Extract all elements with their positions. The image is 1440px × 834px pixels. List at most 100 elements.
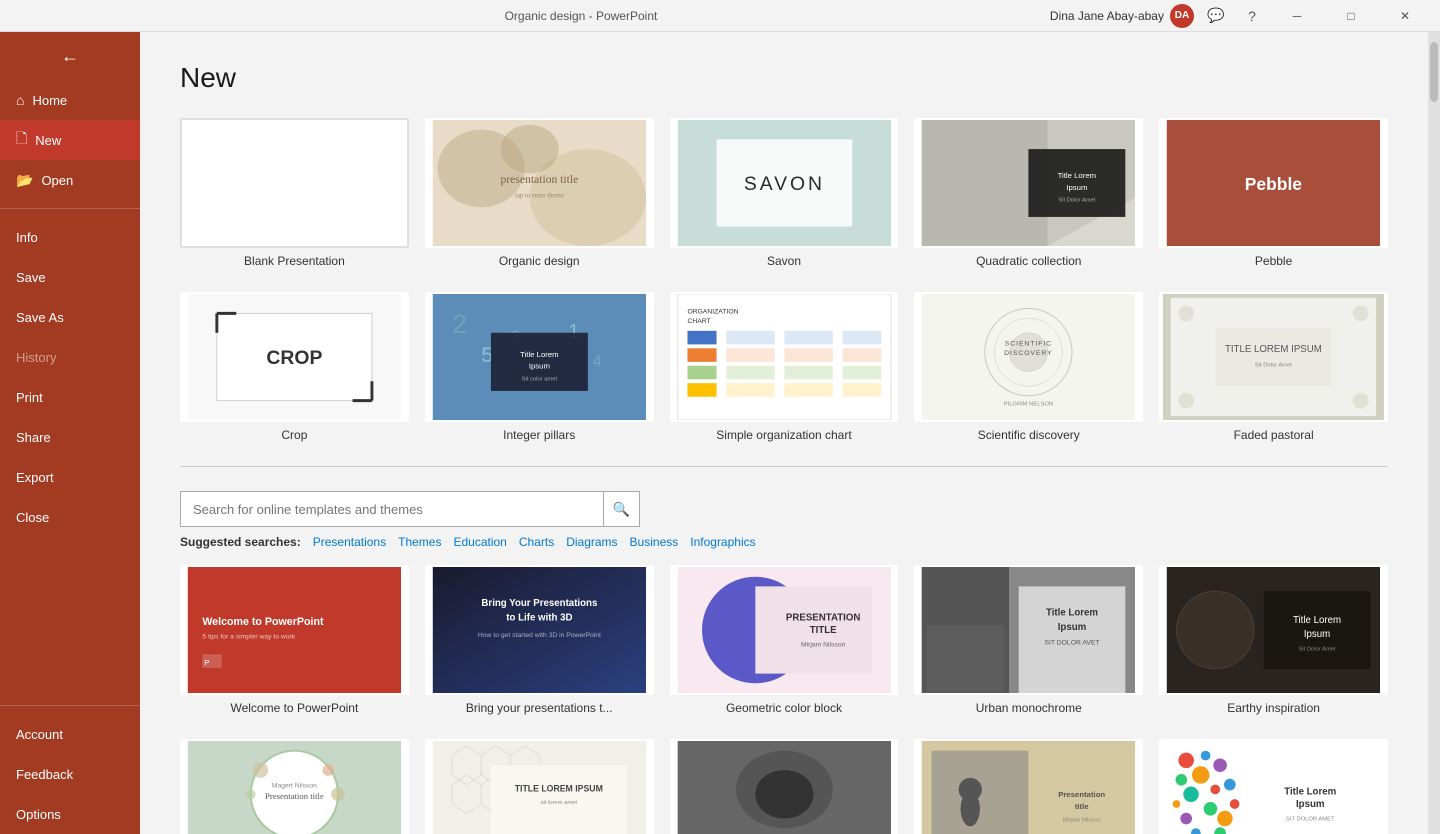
svg-text:Sit Dolor Amet: Sit Dolor Amet: [1255, 363, 1292, 369]
back-button[interactable]: ←: [0, 32, 140, 80]
sidebar-item-close[interactable]: Close: [0, 497, 140, 537]
svg-text:Ipsum: Ipsum: [1296, 799, 1325, 810]
svg-text:CROP: CROP: [266, 347, 322, 369]
svg-text:ORGANIZATION: ORGANIZATION: [687, 308, 738, 315]
template-savon[interactable]: SAVON Savon: [670, 118, 899, 268]
maximize-button[interactable]: □: [1328, 0, 1374, 32]
template-integer[interactable]: 2 5 3 7 1 4 Title Lorem Ipsum Sit color …: [425, 292, 654, 442]
template-urban[interactable]: Title Lorem Ipsum SIT DOLOR AVET Urban m…: [914, 565, 1143, 715]
sidebar-item-save-as[interactable]: Save As: [0, 297, 140, 337]
templates-row2: CROP Crop 2 5 3 7 1 4: [180, 292, 1388, 442]
back-arrow-icon: ←: [61, 46, 79, 67]
svg-text:5 tips for a simpler way to wo: 5 tips for a simpler way to work: [202, 634, 295, 641]
svg-text:Title Lorem: Title Lorem: [1046, 607, 1098, 618]
scrollbar-thumb[interactable]: [1430, 42, 1438, 102]
template-scientific[interactable]: SCIENTIFIC DISCOVERY PILGRIM NELSON Scie…: [914, 292, 1143, 442]
template-geometric[interactable]: PRESENTATION TITLE Mirjam Nilsson Geomet…: [670, 565, 899, 715]
template-welcome[interactable]: Welcome to PowerPoint 5 tips for a simpl…: [180, 565, 409, 715]
template-org[interactable]: ORGANIZATION CHART: [670, 292, 899, 442]
sidebar-label-open: Open: [41, 173, 73, 188]
template-thumb-urban: Title Lorem Ipsum SIT DOLOR AVET: [914, 565, 1143, 695]
svg-text:SAVON: SAVON: [744, 173, 825, 195]
search-button[interactable]: 🔍: [603, 491, 639, 527]
template-3d[interactable]: Bring Your Presentations to Life with 3D…: [425, 565, 654, 715]
svg-text:tap to enter theme: tap to enter theme: [515, 193, 564, 200]
svg-text:Sit Dolor Amet: Sit Dolor Amet: [1299, 646, 1336, 652]
sidebar-label-save: Save: [16, 270, 46, 285]
sidebar-item-home[interactable]: ⌂ Home: [0, 80, 140, 120]
svg-text:PRESENTATION: PRESENTATION: [786, 612, 860, 623]
suggested-business[interactable]: Business: [626, 535, 683, 549]
svg-text:SIT DOLOR AMET: SIT DOLOR AMET: [1286, 816, 1335, 822]
suggested-infographics[interactable]: Infographics: [686, 535, 759, 549]
title-bar: Organic design - PowerPoint Dina Jane Ab…: [0, 0, 1440, 32]
suggested-themes[interactable]: Themes: [394, 535, 445, 549]
template-organic[interactable]: presentation title tap to enter theme Or…: [425, 118, 654, 268]
svg-text:Ipsum: Ipsum: [1067, 183, 1088, 192]
svg-text:title: title: [1075, 802, 1089, 811]
sidebar-item-account[interactable]: Account: [0, 714, 140, 754]
search-input[interactable]: [181, 502, 603, 517]
minimize-button[interactable]: ─: [1274, 0, 1320, 32]
sidebar-item-options[interactable]: Options: [0, 794, 140, 834]
sidebar-item-export[interactable]: Export: [0, 457, 140, 497]
template-thumb-integer: 2 5 3 7 1 4 Title Lorem Ipsum Sit color …: [425, 292, 654, 422]
sidebar-label-home: Home: [32, 93, 67, 108]
template-dots[interactable]: Title Lorem Ipsum SIT DOLOR AMET Title L…: [1159, 739, 1388, 834]
template-name-crop: Crop: [180, 428, 409, 442]
sidebar-item-feedback[interactable]: Feedback: [0, 754, 140, 794]
svg-text:Mirjam Nilsson: Mirjam Nilsson: [1063, 817, 1101, 823]
sidebar-item-share[interactable]: Share: [0, 417, 140, 457]
sidebar-item-print[interactable]: Print: [0, 377, 140, 417]
template-pattern[interactable]: TITLE LOREM IPSUM sit lorem amet Title L…: [425, 739, 654, 834]
template-earthy[interactable]: Title Lorem Ipsum Sit Dolor Amet Earthy …: [1159, 565, 1388, 715]
svg-text:Presentation title: Presentation title: [265, 791, 324, 801]
sidebar-label-history: History: [16, 350, 56, 365]
templates-row4: Magert Nilsson Presentation title Presen…: [180, 739, 1388, 834]
template-floral[interactable]: Magert Nilsson Presentation title Presen…: [180, 739, 409, 834]
sidebar-divider-1: [0, 208, 140, 209]
template-name-pebble: Pebble: [1159, 254, 1388, 268]
svg-text:sit lorem amet: sit lorem amet: [540, 800, 577, 806]
svg-text:Pebble: Pebble: [1245, 174, 1302, 194]
template-blank[interactable]: Blank Presentation: [180, 118, 409, 268]
svg-text:TITLE LOREM IPSUM: TITLE LOREM IPSUM: [515, 783, 603, 793]
title-bar-right: Dina Jane Abay-abay DA 💬 ? ─ □ ✕: [1050, 0, 1428, 32]
template-thumb-floral: Magert Nilsson Presentation title: [180, 739, 409, 834]
sidebar-item-open[interactable]: 📂 Open: [0, 160, 140, 200]
template-name-welcome: Welcome to PowerPoint: [180, 701, 409, 715]
comment-icon[interactable]: 💬: [1202, 2, 1230, 30]
suggested-charts[interactable]: Charts: [515, 535, 558, 549]
svg-text:Title Lorem: Title Lorem: [520, 350, 558, 359]
template-pebble[interactable]: Pebble Pebble: [1159, 118, 1388, 268]
template-quadratic[interactable]: Title Lorem Ipsum Sit Dolor Amet Quadrat…: [914, 118, 1143, 268]
svg-text:Bring Your Presentations: Bring Your Presentations: [481, 598, 597, 609]
help-icon[interactable]: ?: [1238, 2, 1266, 30]
template-thumb-pres-title: Presentation title Mirjam Nilsson: [914, 739, 1143, 834]
avatar[interactable]: DA: [1170, 4, 1194, 28]
svg-text:Sit Dolor Amet: Sit Dolor Amet: [1059, 197, 1096, 203]
templates-row1: Blank Presentation presentation title ta…: [180, 118, 1388, 268]
sidebar-item-new[interactable]: 🗋 New: [0, 120, 140, 160]
sidebar-label-info: Info: [16, 230, 38, 245]
suggested-presentations[interactable]: Presentations: [309, 535, 390, 549]
svg-text:How to get started with 3D in: How to get started with 3D in PowerPoint: [478, 632, 601, 639]
sidebar-label-save-as: Save As: [16, 310, 64, 325]
template-name-3d: Bring your presentations t...: [425, 701, 654, 715]
suggested-diagrams[interactable]: Diagrams: [562, 535, 621, 549]
template-thumb-geometric: PRESENTATION TITLE Mirjam Nilsson: [670, 565, 899, 695]
template-faded[interactable]: TITLE LOREM IPSUM Sit Dolor Amet Faded p…: [1159, 292, 1388, 442]
template-name-scientific: Scientific discovery: [914, 428, 1143, 442]
template-name-savon: Savon: [670, 254, 899, 268]
close-button[interactable]: ✕: [1382, 0, 1428, 32]
sidebar-bottom: Account Feedback Options: [0, 697, 140, 834]
suggested-education[interactable]: Education: [449, 535, 510, 549]
template-dog[interactable]: TITLE LOREM IPSUM sit lorem amet Title L…: [670, 739, 899, 834]
scrollbar[interactable]: [1428, 32, 1440, 834]
template-pres-title[interactable]: Presentation title Mirjam Nilsson Presen…: [914, 739, 1143, 834]
svg-text:Ipsum: Ipsum: [1058, 622, 1087, 633]
template-thumb-dots: Title Lorem Ipsum SIT DOLOR AMET: [1159, 739, 1388, 834]
template-crop[interactable]: CROP Crop: [180, 292, 409, 442]
sidebar-item-save[interactable]: Save: [0, 257, 140, 297]
sidebar-item-info[interactable]: Info: [0, 217, 140, 257]
